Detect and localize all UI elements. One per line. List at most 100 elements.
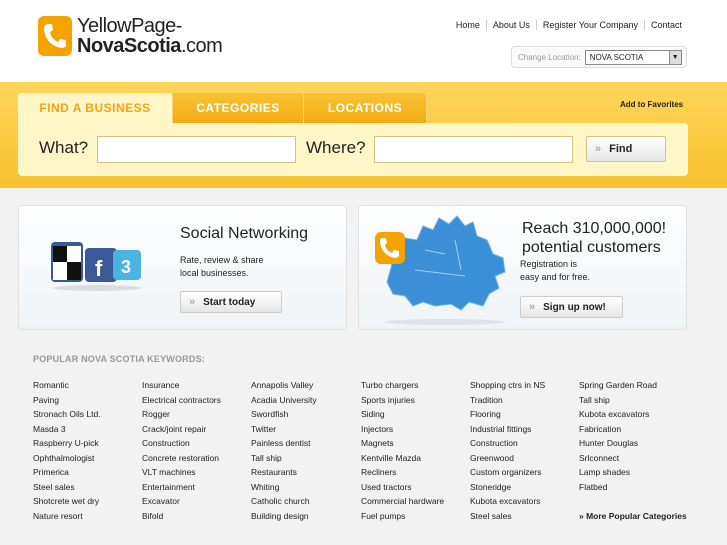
keyword-link[interactable]: Injectors [361,422,444,437]
keyword-link[interactable]: Tall ship [579,393,687,408]
search-band: FIND A BUSINESS CATEGORIES LOCATIONS Add… [0,82,727,188]
keyword-link[interactable]: Restaurants [251,465,317,480]
keywords-column-2: Insurance Electrical contractors Rogger … [142,378,221,523]
keyword-link[interactable]: Kentville Mazda [361,451,444,466]
location-selector: Change Location: NOVA SCOTIA ▼ [511,46,687,68]
keyword-link[interactable]: Greenwood [470,451,545,466]
keyword-link[interactable]: Twitter [251,422,317,437]
where-input[interactable] [374,136,573,163]
sign-up-label: Sign up now! [543,301,606,313]
what-input[interactable] [97,136,296,163]
keyword-link[interactable]: Hunter Douglas [579,436,687,451]
canada-map-icon [365,210,515,328]
keyword-link[interactable]: Kubota excavators [579,407,687,422]
keyword-link[interactable]: Tradition [470,393,545,408]
keyword-link[interactable]: Stoneridge [470,480,545,495]
keyword-link[interactable]: Ophthalmologist [33,451,101,466]
keywords-column-4: Turbo chargers Sports injuries Siding In… [361,378,444,523]
header: YellowPage- NovaScotia.com Home About Us… [0,0,727,82]
keyword-link[interactable]: Shotcrete wet dry [33,494,101,509]
tab-find-business[interactable]: FIND A BUSINESS [18,93,173,123]
nav-register-link[interactable]: Register Your Company [535,20,644,30]
keyword-link[interactable]: Acadia University [251,393,317,408]
nav-contact-link[interactable]: Contact [643,20,688,30]
nav-about-link[interactable]: About Us [485,20,536,30]
keyword-link[interactable]: Excavator [142,494,221,509]
tab-categories[interactable]: CATEGORIES [173,93,304,123]
keyword-link[interactable]: Srlconnect [579,451,687,466]
keyword-link[interactable]: Industrial fittings [470,422,545,437]
keyword-link[interactable]: Masda 3 [33,422,101,437]
location-value: NOVA SCOTIA [589,52,644,62]
keyword-link[interactable]: Used tractors [361,480,444,495]
keyword-link[interactable]: Insurance [142,378,221,393]
keywords-column-3: Annapolis Valley Acadia University Sword… [251,378,317,523]
keyword-link[interactable]: Bifold [142,509,221,524]
what-label: What? [39,138,89,157]
keyword-link[interactable]: Commercial hardware [361,494,444,509]
site-logo[interactable]: YellowPage- NovaScotia.com [38,15,223,56]
tab-locations[interactable]: LOCATIONS [304,93,427,123]
keyword-link[interactable]: Steel sales [33,480,101,495]
start-today-button[interactable]: » Start today [180,291,282,313]
keyword-link[interactable]: Siding [361,407,444,422]
keywords-column-5: Shopping ctrs in NS Tradition Flooring I… [470,378,545,523]
keyword-link[interactable]: Recliners [361,465,444,480]
find-button-label: Find [609,143,633,155]
keyword-link[interactable]: Building design [251,509,317,524]
keyword-link[interactable]: Kubota excavators [470,494,545,509]
keyword-link[interactable]: Stronach Oils Ltd. [33,407,101,422]
more-categories-link[interactable]: » More Popular Categories [579,509,687,524]
keyword-link[interactable]: Concrete restoration [142,451,221,466]
keyword-link[interactable]: Swordfish [251,407,317,422]
keyword-link[interactable]: Construction [142,436,221,451]
keyword-link[interactable]: Flatbed [579,480,687,495]
keyword-link[interactable]: Custom organizers [470,465,545,480]
nav-home-link[interactable]: Home [450,20,486,30]
keyword-link[interactable]: Catholic church [251,494,317,509]
reach-desc: Registration is easy and for free. [520,259,591,282]
keyword-link[interactable]: Electrical contractors [142,393,221,408]
keyword-link[interactable]: Fabrication [579,422,687,437]
double-chevron-icon: » [595,143,602,155]
search-panel: What? Where? » Find [18,123,688,176]
start-today-label: Start today [203,296,256,308]
keyword-link[interactable]: Magnets [361,436,444,451]
keyword-link[interactable]: Primerica [33,465,101,480]
keyword-link[interactable]: Nature resort [33,509,101,524]
keyword-link[interactable]: Crack/joint repair [142,422,221,437]
keyword-link[interactable]: Romantic [33,378,101,393]
chevron-down-icon[interactable]: ▼ [668,50,681,64]
keyword-link[interactable]: Steel sales [470,509,545,524]
keyword-link[interactable]: Flooring [470,407,545,422]
keyword-link[interactable]: Entertainment [142,480,221,495]
keyword-link[interactable]: Rogger [142,407,221,422]
keywords-title: POPULAR NOVA SCOTIA KEYWORDS: [33,354,205,364]
keyword-link[interactable]: VLT machines [142,465,221,480]
keyword-link[interactable]: Fuel pumps [361,509,444,524]
double-chevron-icon: » [189,296,196,308]
svg-text:f: f [95,256,103,281]
keyword-link[interactable]: Painless dentist [251,436,317,451]
keyword-link[interactable]: Whiting [251,480,317,495]
keyword-link[interactable]: Construction [470,436,545,451]
reach-customers-box: Reach 310,000,000! potential customers Re… [358,205,687,330]
keyword-link[interactable]: Shopping ctrs in NS [470,378,545,393]
keyword-link[interactable]: Raspberry U-pick [33,436,101,451]
location-label: Change Location: [518,52,581,62]
keyword-link[interactable]: Tall ship [251,451,317,466]
social-title: Social Networking [180,225,309,242]
logo-line1: YellowPage- [77,15,182,37]
keyword-link[interactable]: Paving [33,393,101,408]
keyword-link[interactable]: Spring Garden Road [579,378,687,393]
add-to-favorites-link[interactable]: Add to Favorites [620,100,683,109]
find-button[interactable]: » Find [586,136,666,162]
sign-up-button[interactable]: » Sign up now! [520,296,623,318]
location-dropdown[interactable]: NOVA SCOTIA ▼ [584,49,682,65]
social-networking-box: f 3 Social Networking Rate, review & sha… [18,205,347,330]
keyword-link[interactable]: Annapolis Valley [251,378,317,393]
keyword-link[interactable]: Sports injuries [361,393,444,408]
keyword-link[interactable]: Lamp shades [579,465,687,480]
keyword-link[interactable]: Turbo chargers [361,378,444,393]
svg-text:3: 3 [121,257,131,277]
